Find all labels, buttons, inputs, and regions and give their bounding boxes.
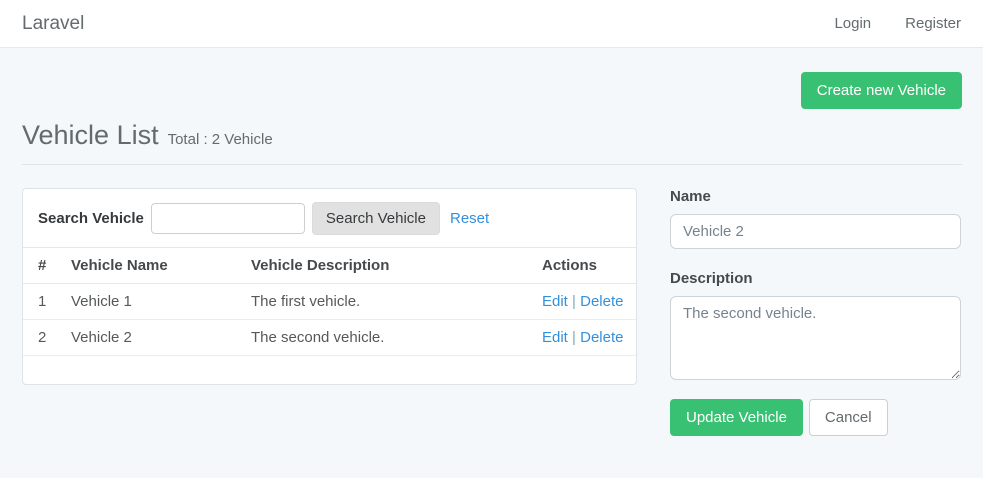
brand-link[interactable]: Laravel [22,13,84,35]
row-vehicle-description: The second vehicle. [243,320,534,356]
link-separator: | [572,293,576,310]
login-link[interactable]: Login [834,15,871,32]
vehicle-table: # Vehicle Name Vehicle Description Actio… [23,247,636,356]
row-vehicle-description: The first vehicle. [243,284,534,320]
table-row: 1 Vehicle 1 The first vehicle. Edit | De… [23,284,636,320]
header-vehicle-description: Vehicle Description [243,248,534,284]
update-vehicle-button[interactable]: Update Vehicle [670,399,803,436]
search-label: Search Vehicle [38,210,144,227]
table-row: 2 Vehicle 2 The second vehicle. Edit | D… [23,320,636,356]
header-num: # [23,248,63,284]
row-vehicle-name: Vehicle 2 [63,320,243,356]
row-actions: Edit | Delete [534,320,636,356]
search-form: Search Vehicle Search Vehicle Reset [23,189,636,247]
description-field[interactable]: The second vehicle. [670,296,961,380]
cancel-button[interactable]: Cancel [809,399,888,436]
name-label: Name [670,188,961,205]
page-content: Create new Vehicle Vehicle List Total : … [0,48,983,436]
delete-link[interactable]: Delete [580,293,623,310]
row-num: 1 [23,284,63,320]
page-head: Vehicle List Total : 2 Vehicle [22,120,962,151]
top-actions: Create new Vehicle [22,72,962,109]
navbar: Laravel Login Register [0,0,983,48]
row-num: 2 [23,320,63,356]
search-input[interactable] [151,203,305,234]
create-vehicle-button[interactable]: Create new Vehicle [801,72,962,109]
vehicle-list-card: Search Vehicle Search Vehicle Reset # Ve… [22,188,637,385]
header-actions: Actions [534,248,636,284]
edit-link[interactable]: Edit [542,329,568,346]
form-buttons: Update Vehicle Cancel [670,399,961,436]
description-label: Description [670,270,961,287]
divider [22,164,962,165]
register-link[interactable]: Register [905,15,961,32]
header-vehicle-name: Vehicle Name [63,248,243,284]
row-actions: Edit | Delete [534,284,636,320]
delete-link[interactable]: Delete [580,329,623,346]
name-field[interactable] [670,214,961,249]
total-count-text: Total : 2 Vehicle [168,131,273,148]
row-vehicle-name: Vehicle 1 [63,284,243,320]
edit-vehicle-form: Name Description The second vehicle. Upd… [670,188,961,436]
reset-link[interactable]: Reset [450,210,489,227]
edit-link[interactable]: Edit [542,293,568,310]
table-header-row: # Vehicle Name Vehicle Description Actio… [23,248,636,284]
link-separator: | [572,329,576,346]
search-button[interactable]: Search Vehicle [312,202,440,235]
page-title: Vehicle List [22,120,159,151]
navbar-links: Login Register [834,15,961,32]
